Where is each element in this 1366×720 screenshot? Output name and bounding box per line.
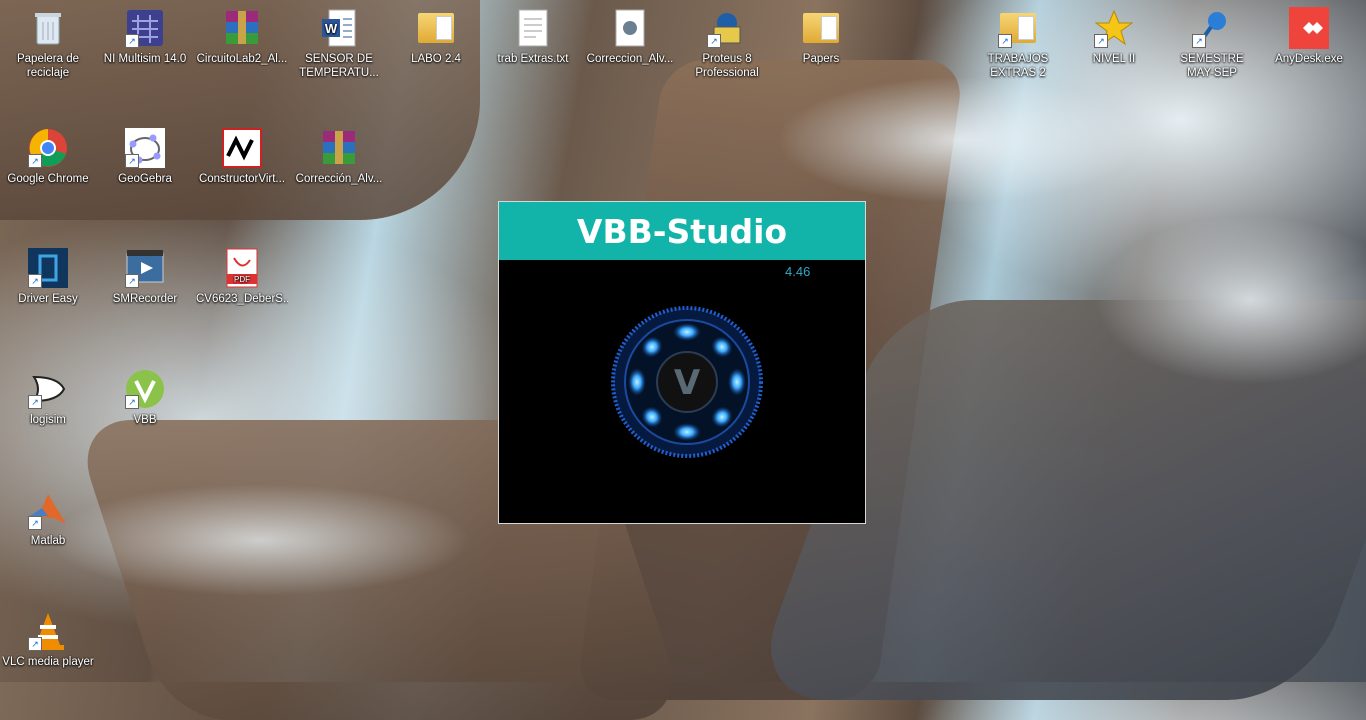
desktop-icon-nivel[interactable]: ↗ NIVEL II [1068, 8, 1160, 66]
vbb-studio-splash: VBB-Studio 4.46 V [498, 201, 866, 524]
desktop-icon-vlc[interactable]: ↗ VLC media player [2, 611, 94, 669]
desktop-icon-multisim[interactable]: ↗ NI Multisim 14.0 [99, 8, 191, 66]
driver-easy-icon: ↗ [28, 248, 68, 288]
desktop-icon-vbb[interactable]: ↗ VBB [99, 369, 191, 427]
matlab-icon: ↗ [28, 490, 68, 530]
desktop-icon-logisim[interactable]: ↗ logisim [2, 369, 94, 427]
desktop-icon-chrome[interactable]: ↗ Google Chrome [2, 128, 94, 186]
geogebra-icon: ↗ [125, 128, 165, 168]
desktop-icon-trabajos-extras[interactable]: ↗ TRABAJOS EXTRAS 2 [972, 8, 1064, 80]
pdf-icon: PDF [222, 248, 262, 288]
constructor-icon [222, 128, 262, 168]
desktop-icon-matlab[interactable]: ↗ Matlab [2, 490, 94, 548]
anydesk-icon [1289, 7, 1329, 49]
shortcut-arrow-icon: ↗ [125, 154, 139, 168]
desktop-icon-labo[interactable]: LABO 2.4 [390, 8, 482, 66]
logo-letter: V [674, 363, 701, 403]
folder-icon [801, 8, 841, 48]
shortcut-arrow-icon: ↗ [125, 34, 139, 48]
folder-icon [416, 8, 456, 48]
shortcut-arrow-icon: ↗ [28, 637, 42, 651]
winrar-icon [319, 128, 359, 168]
multisim-icon: ↗ [125, 8, 165, 48]
chrome-icon: ↗ [28, 128, 68, 168]
desktop-icon-pdf[interactable]: PDF CV6623_DeberS... [196, 248, 288, 306]
proteus-icon: ↗ [707, 8, 747, 48]
pin-icon: ↗ [1192, 8, 1232, 48]
splash-title: VBB-Studio [499, 202, 865, 260]
desktop-icon-anydesk[interactable]: AnyDesk.exe [1263, 7, 1355, 66]
svg-text:W: W [325, 21, 338, 36]
desktop-icon-proteus[interactable]: ↗ Proteus 8 Professional [681, 8, 773, 80]
desktop-icon-trab-extras[interactable]: trab Extras.txt [487, 8, 579, 66]
file-icon [610, 8, 650, 48]
desktop-icon-geogebra[interactable]: ↗ GeoGebra [99, 128, 191, 186]
recycle-bin-icon [28, 8, 68, 48]
shortcut-arrow-icon: ↗ [1192, 34, 1206, 48]
shortcut-arrow-icon: ↗ [28, 395, 42, 409]
shortcut-arrow-icon: ↗ [998, 34, 1012, 48]
vbb-icon: ↗ [125, 369, 165, 409]
shortcut-arrow-icon: ↗ [1094, 34, 1108, 48]
desktop-icon-papers[interactable]: Papers [775, 8, 867, 66]
splash-version: 4.46 [785, 264, 811, 279]
winrar-icon [222, 8, 262, 48]
desktop-icon-recycle-bin[interactable]: Papelera de reciclaje [2, 8, 94, 80]
svg-text:PDF: PDF [234, 275, 250, 284]
desktop-icon-smrecorder[interactable]: ↗ SMRecorder [99, 248, 191, 306]
shortcut-arrow-icon: ↗ [28, 516, 42, 530]
logisim-icon: ↗ [28, 369, 68, 409]
vlc-icon: ↗ [28, 611, 68, 651]
folder-shortcut-icon: ↗ [998, 8, 1038, 48]
shortcut-arrow-icon: ↗ [707, 34, 721, 48]
desktop-icon-winrar-correccion[interactable]: Corrección_Alv... [293, 128, 385, 186]
text-file-icon [513, 8, 553, 48]
desktop-icon-constructor[interactable]: ConstructorVirt... [196, 128, 288, 186]
smrecorder-icon: ↗ [125, 248, 165, 288]
desktop-icon-winrar-circuito[interactable]: CircuitoLab2_Al... [196, 8, 288, 66]
star-icon: ↗ [1094, 8, 1134, 48]
desktop-icon-correccion-file[interactable]: Correccion_Alv... [584, 8, 676, 66]
shortcut-arrow-icon: ↗ [28, 274, 42, 288]
desktop-icon-driver-easy[interactable]: ↗ Driver Easy [2, 248, 94, 306]
word-document-icon: W [319, 8, 359, 48]
shortcut-arrow-icon: ↗ [28, 154, 42, 168]
desktop-icon-semestre[interactable]: ↗ SEMESTRE MAY-SEP [1166, 8, 1258, 80]
shortcut-arrow-icon: ↗ [125, 395, 139, 409]
vbb-logo-icon: V [611, 306, 763, 458]
desktop-icon-sensor-doc[interactable]: W SENSOR DE TEMPERATU... [293, 8, 385, 80]
shortcut-arrow-icon: ↗ [125, 274, 139, 288]
